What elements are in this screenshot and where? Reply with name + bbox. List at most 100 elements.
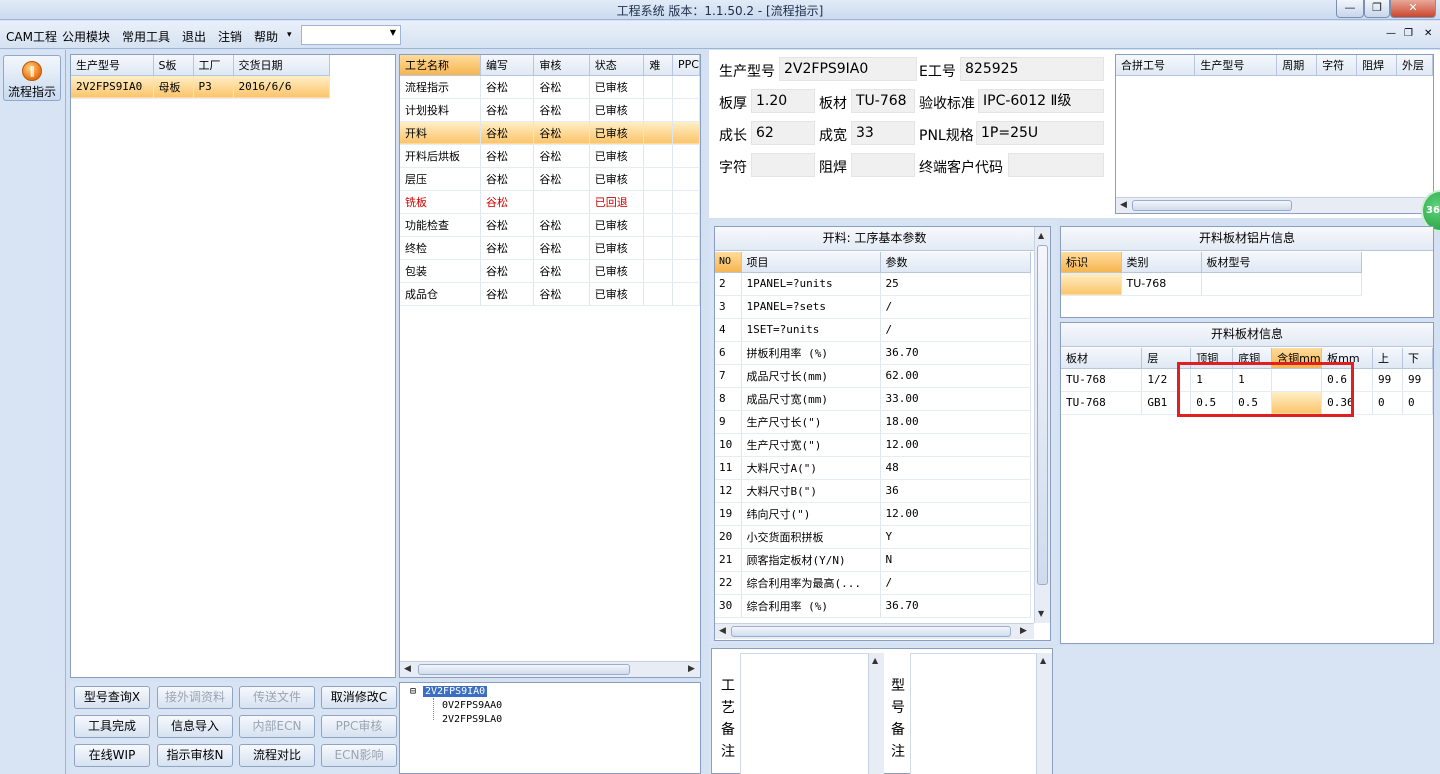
param-row[interactable]: 7 成品尺寸长(mm) 62.00 <box>715 364 1031 388</box>
col-merge-cycle[interactable]: 周期 <box>1276 55 1318 76</box>
param-row[interactable]: 20 小交货面积拼板 Y <box>715 525 1031 549</box>
process-row[interactable]: 成品仓 谷松 谷松 已审核 <box>400 282 700 306</box>
col-board[interactable]: 板材 <box>1061 348 1143 369</box>
scroll-right-icon[interactable]: ▶ <box>1020 626 1027 636</box>
col-merge-model[interactable]: 生产型号 <box>1194 55 1278 76</box>
param-row[interactable]: 12 大料尺寸B(") 36 <box>715 479 1031 503</box>
col-difficulty[interactable]: 难 <box>643 55 674 76</box>
field-solder-mask[interactable] <box>851 153 915 177</box>
col-lower[interactable]: 下 <box>1402 348 1433 369</box>
merge-hscrollbar[interactable]: ◀ <box>1116 197 1433 213</box>
process-row[interactable]: 层压 谷松 谷松 已审核 <box>400 167 700 191</box>
col-no[interactable]: NO <box>715 252 742 273</box>
scroll-up-icon[interactable]: ▲ <box>1038 231 1044 240</box>
process-row[interactable]: 终检 谷松 谷松 已审核 <box>400 236 700 260</box>
process-row[interactable]: 流程指示 谷松 谷松 已审核 <box>400 75 700 99</box>
param-row[interactable]: 2 1PANEL=?units 25 <box>715 272 1031 296</box>
process-remark-field[interactable] <box>740 653 884 774</box>
process-row[interactable]: 开料后烘板 谷松 谷松 已审核 <box>400 144 700 168</box>
instruction-review-button[interactable]: 指示审核N <box>157 744 233 767</box>
remark-vscrollbar[interactable]: ▲ <box>1036 653 1052 774</box>
internal-ecn-button[interactable]: 内部ECN <box>239 715 315 738</box>
scroll-left-icon[interactable]: ◀ <box>404 664 411 674</box>
col-process-name[interactable]: 工艺名称 <box>400 55 481 76</box>
scroll-thumb[interactable] <box>731 626 1011 637</box>
process-row[interactable]: 开料 谷松 谷松 已审核 <box>400 121 700 145</box>
mdi-minimize-button[interactable]: — <box>1386 28 1396 39</box>
help-dropdown-icon[interactable]: ▾ <box>287 30 292 40</box>
scroll-left-icon[interactable]: ◀ <box>1120 200 1127 210</box>
mdi-restore-button[interactable]: ❐ <box>1404 28 1413 39</box>
param-row[interactable]: 11 大料尺寸A(") 48 <box>715 456 1031 480</box>
col-reviewer[interactable]: 审核 <box>533 55 590 76</box>
col-param[interactable]: 参数 <box>880 252 1031 273</box>
minimize-button[interactable]: — <box>1336 0 1364 18</box>
tree-child-node[interactable]: 0V2FPS9AA0 <box>442 700 502 711</box>
ppc-review-button[interactable]: PPC审核 <box>321 715 397 738</box>
field-end-customer[interactable] <box>1008 153 1104 177</box>
ecn-impact-button[interactable]: ECN影响 <box>321 744 397 767</box>
scroll-right-icon[interactable]: ▶ <box>688 664 695 674</box>
menu-help[interactable]: 帮助 <box>254 28 278 45</box>
external-data-button[interactable]: 接外调资料 <box>157 686 233 709</box>
tree-collapse-icon[interactable]: ⊟ <box>410 686 416 697</box>
params-hscrollbar[interactable]: ◀ ▶ <box>715 623 1034 639</box>
scroll-up-icon[interactable]: ▲ <box>1040 656 1046 665</box>
param-row[interactable]: 10 生产尺寸宽(") 12.00 <box>715 433 1031 457</box>
col-merge-outer[interactable]: 外层 <box>1396 55 1433 76</box>
scroll-left-icon[interactable]: ◀ <box>719 626 726 636</box>
model-query-button[interactable]: 型号查询X <box>74 686 150 709</box>
online-wip-button[interactable]: 在线WIP <box>74 744 150 767</box>
param-row[interactable]: 19 纬向尺寸(") 12.00 <box>715 502 1031 526</box>
scroll-thumb[interactable] <box>1132 200 1292 211</box>
menu-cam[interactable]: CAM工程 <box>6 28 57 45</box>
param-row[interactable]: 21 顾客指定板材(Y/N) N <box>715 548 1031 572</box>
col-category[interactable]: 类别 <box>1121 252 1202 273</box>
process-row[interactable]: 铣板 谷松 已回退 <box>400 190 700 214</box>
model-remark-field[interactable] <box>910 653 1052 774</box>
field-model[interactable]: 2V2FPS9IA0 <box>779 57 917 81</box>
menu-exit[interactable]: 退出 <box>182 28 206 45</box>
order-row[interactable]: 2V2FPS9IA0 母板 P3 2016/6/6 <box>71 75 330 99</box>
process-row[interactable]: 功能检查 谷松 谷松 已审核 <box>400 213 700 237</box>
send-file-button[interactable]: 传送文件 <box>239 686 315 709</box>
col-factory[interactable]: 工厂 <box>193 55 234 76</box>
field-material[interactable]: TU-768 <box>851 89 915 113</box>
col-merge-no[interactable]: 合拼工号 <box>1116 55 1196 76</box>
remark-vscrollbar[interactable]: ▲ <box>868 653 884 774</box>
scroll-thumb[interactable] <box>1037 245 1048 585</box>
field-thickness[interactable]: 1.20 <box>751 89 815 113</box>
cancel-modify-button[interactable]: 取消修改C <box>321 686 397 709</box>
param-row[interactable]: 3 1PANEL=?sets / <box>715 295 1031 319</box>
col-merge-legend[interactable]: 字符 <box>1316 55 1358 76</box>
col-board-type[interactable]: 板材型号 <box>1201 252 1362 273</box>
params-vscrollbar[interactable]: ▲ ▼ <box>1034 227 1050 623</box>
param-row[interactable]: 9 生产尺寸长(") 18.00 <box>715 410 1031 434</box>
col-delivery-date[interactable]: 交货日期 <box>233 55 330 76</box>
menu-logout[interactable]: 注销 <box>218 28 242 45</box>
param-row[interactable]: 8 成品尺寸宽(mm) 33.00 <box>715 387 1031 411</box>
field-width[interactable]: 33 <box>851 121 915 145</box>
scroll-up-icon[interactable]: ▲ <box>872 656 878 665</box>
field-e-no[interactable]: 825925 <box>960 57 1104 81</box>
flow-compare-button[interactable]: 流程对比 <box>239 744 315 767</box>
param-row[interactable]: 6 拼板利用率 (%) 36.70 <box>715 341 1031 365</box>
col-merge-mask[interactable]: 阻焊 <box>1356 55 1398 76</box>
menu-combo[interactable]: ▼ <box>301 25 401 45</box>
col-status[interactable]: 状态 <box>589 55 645 76</box>
col-author[interactable]: 编写 <box>480 55 535 76</box>
foil-row[interactable]: TU-768 <box>1061 272 1362 296</box>
menu-common-module[interactable]: 公用模块 <box>62 28 110 45</box>
menu-common-tools[interactable]: 常用工具 <box>122 28 170 45</box>
tree-child-node[interactable]: 2V2FPS9LA0 <box>442 714 502 725</box>
col-upper[interactable]: 上 <box>1372 348 1403 369</box>
restore-button[interactable]: ❐ <box>1364 0 1390 18</box>
tool-complete-button[interactable]: 工具完成 <box>74 715 150 738</box>
col-ppc[interactable]: PPC <box>672 55 700 76</box>
tree-root-node[interactable]: 2V2FPS9IA0 <box>423 686 488 697</box>
mdi-close-button[interactable]: ✕ <box>1424 28 1432 39</box>
scroll-thumb[interactable] <box>418 664 630 675</box>
process-row[interactable]: 计划投料 谷松 谷松 已审核 <box>400 98 700 122</box>
param-row[interactable]: 22 综合利用率为最高(... / <box>715 571 1031 595</box>
param-row[interactable]: 4 1SET=?units / <box>715 318 1031 342</box>
